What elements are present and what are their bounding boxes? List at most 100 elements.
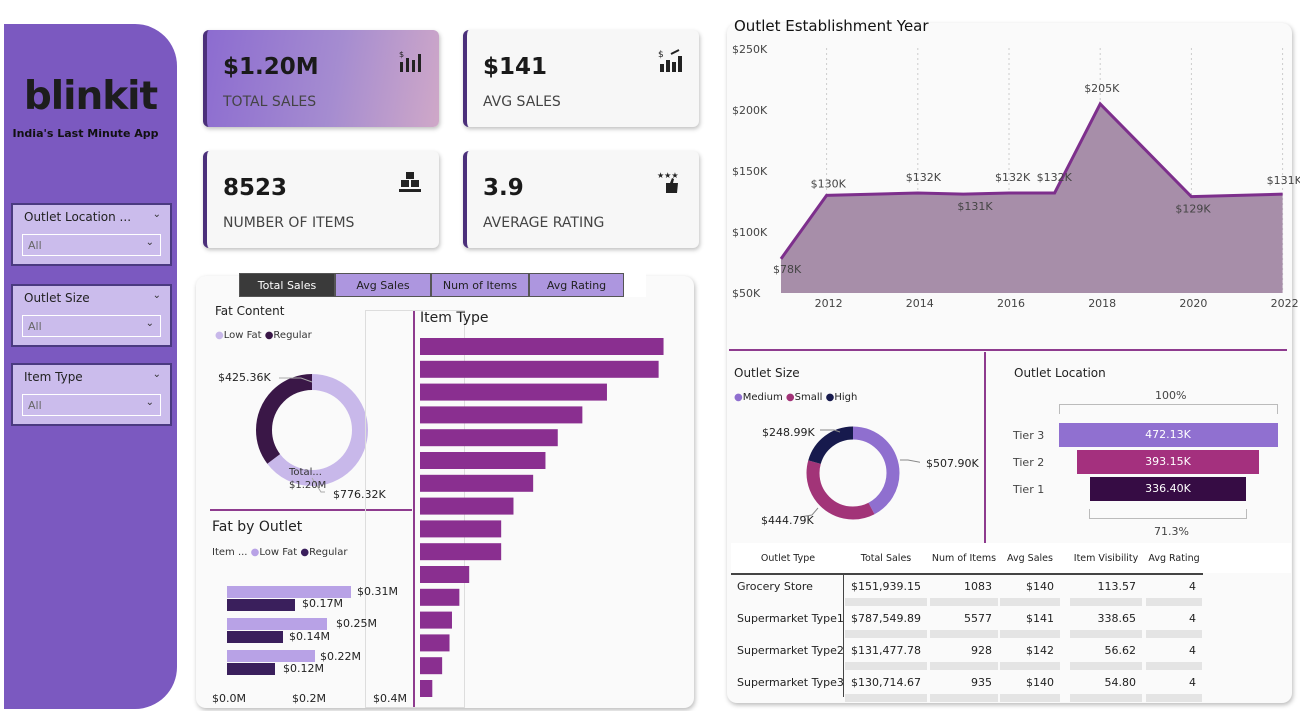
outlet-size-legend: ●Medium ●Small ●High bbox=[734, 392, 857, 403]
fat-content-regular-label: $425.36K bbox=[218, 371, 271, 384]
item-type-bar bbox=[420, 338, 664, 355]
x-axis-tick: 2016 bbox=[997, 297, 1025, 310]
kpi-label: NUMBER OF ITEMS bbox=[223, 215, 355, 231]
chevron-down-icon[interactable]: ⌄ bbox=[153, 209, 161, 220]
bar-label: $0.31M bbox=[357, 585, 398, 598]
bar-low-fat bbox=[227, 618, 327, 630]
outlet-size-slicer[interactable]: Outlet Size ⌄ All ⌄ bbox=[11, 284, 172, 347]
table-cell: 338.65 bbox=[1097, 612, 1137, 625]
funnel-tier-label: Tier 3 bbox=[1013, 429, 1045, 442]
legend-low-fat: Low Fat bbox=[223, 330, 262, 341]
data-label: $132K bbox=[995, 171, 1031, 184]
table-cell: 5577 bbox=[964, 612, 992, 625]
fat-content-legend: ●Low Fat ●Regular bbox=[215, 330, 312, 341]
bar-label: $0.25M bbox=[336, 617, 377, 630]
chevron-down-icon[interactable]: ⌄ bbox=[153, 290, 161, 301]
cell-bar bbox=[1000, 662, 1060, 670]
legend-low-fat: Low Fat bbox=[259, 547, 298, 558]
cell-bar bbox=[1146, 598, 1202, 606]
outlet-location-dropdown[interactable]: All ⌄ bbox=[22, 234, 161, 256]
legend-medium: Medium bbox=[742, 392, 783, 403]
legend-regular: Regular bbox=[273, 330, 312, 341]
svg-text:$: $ bbox=[399, 50, 404, 59]
bar-low-fat bbox=[227, 650, 315, 662]
outlet-size-dropdown[interactable]: All ⌄ bbox=[22, 315, 161, 337]
brand-logo: blinkit bbox=[23, 74, 158, 119]
table-header-cell[interactable]: Total Sales bbox=[845, 553, 927, 564]
cell-bar bbox=[1070, 630, 1142, 638]
funnel-bottom-label: 71.3% bbox=[1154, 525, 1189, 538]
table-header-cell[interactable]: Outlet Type bbox=[733, 553, 843, 564]
svg-text:★★★: ★★★ bbox=[657, 171, 679, 180]
tab-num-of-items[interactable]: Num of Items bbox=[431, 273, 529, 297]
table-cell: Grocery Store bbox=[737, 580, 813, 593]
kpi-total-sales: $1.20M TOTAL SALES $ bbox=[203, 30, 439, 127]
y-axis-tick: $150K bbox=[732, 165, 768, 178]
table-cell: $140 bbox=[1026, 676, 1054, 689]
x-axis-tick: 2022 bbox=[1271, 297, 1299, 310]
chevron-down-icon[interactable]: ⌄ bbox=[153, 369, 161, 380]
tab-total-sales[interactable]: Total Sales bbox=[239, 273, 335, 297]
donut-center-value: $1.20M bbox=[289, 480, 327, 491]
data-label: $132K bbox=[906, 171, 942, 184]
establishment-area-chart: $250K $200K $150K $100K $50K 2012 2014 2016 2018… bbox=[732, 43, 1300, 310]
table-column-rule bbox=[843, 575, 844, 697]
kpi-value: 8523 bbox=[223, 175, 288, 201]
bar-regular bbox=[227, 599, 295, 611]
item-type-dropdown[interactable]: All ⌄ bbox=[22, 394, 161, 416]
outlet-size-slicer-label: Outlet Size bbox=[24, 291, 90, 305]
tab-avg-rating[interactable]: Avg Rating bbox=[529, 273, 624, 297]
item-type-bar bbox=[420, 474, 534, 492]
chevron-down-icon: ⌄ bbox=[145, 318, 154, 329]
legend-dot: ● bbox=[734, 392, 743, 403]
table-cell: Supermarket Type3 bbox=[737, 676, 844, 689]
legend-small: Small bbox=[794, 392, 823, 403]
x-axis-tick: 2012 bbox=[815, 297, 843, 310]
item-type-bar bbox=[420, 611, 452, 629]
bar-label: $0.12M bbox=[283, 662, 324, 675]
bar-regular bbox=[227, 663, 275, 675]
table-header-rule bbox=[731, 573, 1203, 575]
fat-by-outlet-legend: Item ... ●Low Fat ●Regular bbox=[212, 547, 347, 558]
cell-bar bbox=[1070, 598, 1142, 606]
legend-title: Item ... bbox=[212, 547, 248, 558]
outlet-location-slicer[interactable]: Outlet Location ... ⌄ All ⌄ bbox=[11, 203, 172, 266]
data-label: $130K bbox=[811, 177, 847, 190]
data-label: $132K bbox=[1037, 171, 1073, 184]
table-header-cell[interactable]: Avg Sales bbox=[1000, 553, 1060, 564]
item-type-bar bbox=[420, 657, 443, 675]
cell-bar bbox=[930, 662, 998, 670]
outlet-size-value: All bbox=[28, 320, 42, 333]
boxes-icon bbox=[399, 172, 421, 192]
item-type-bar bbox=[420, 429, 558, 447]
funnel-bar: 336.40K bbox=[1089, 477, 1246, 501]
table-cell: $130,714.67 bbox=[851, 676, 921, 689]
legend-dot: ● bbox=[215, 330, 224, 341]
item-type-slicer[interactable]: Item Type ⌄ All ⌄ bbox=[11, 363, 172, 426]
kpi-average-rating: 3.9 AVERAGE RATING ★★★ bbox=[463, 151, 699, 248]
outlet-location-slicer-label: Outlet Location ... bbox=[24, 210, 132, 224]
table-header-cell[interactable]: Avg Rating bbox=[1146, 553, 1202, 564]
data-label: $131K bbox=[1267, 174, 1300, 187]
tab-avg-sales[interactable]: Avg Sales bbox=[335, 273, 431, 297]
cell-bar bbox=[1070, 662, 1142, 670]
kpi-label: TOTAL SALES bbox=[223, 94, 317, 110]
sidebar: blinkit India's Last Minute App Outlet L… bbox=[4, 24, 177, 709]
item-type-bar bbox=[420, 360, 659, 378]
table-header-cell[interactable]: Item Visibility bbox=[1070, 553, 1142, 564]
funnel-top-label: 100% bbox=[1155, 389, 1187, 402]
donut-center-label: Total... bbox=[289, 467, 322, 478]
table-cell: 56.62 bbox=[1104, 644, 1137, 657]
outlet-size-title: Outlet Size bbox=[734, 366, 800, 380]
item-type-bar bbox=[420, 497, 514, 515]
table-cell: 4 bbox=[1189, 644, 1196, 657]
legend-dot: ● bbox=[785, 392, 795, 403]
table-cell: $151,939.15 bbox=[851, 580, 921, 593]
table-cell: $142 bbox=[1026, 644, 1054, 657]
bar-label: $0.22M bbox=[320, 650, 361, 663]
establishment-title: Outlet Establishment Year bbox=[734, 17, 929, 35]
table-header-cell[interactable]: Num of Items bbox=[930, 553, 998, 564]
brand-tagline: India's Last Minute App bbox=[12, 127, 159, 140]
cell-bar bbox=[845, 662, 927, 670]
outlet-size-small-label: $444.79K bbox=[761, 514, 814, 527]
